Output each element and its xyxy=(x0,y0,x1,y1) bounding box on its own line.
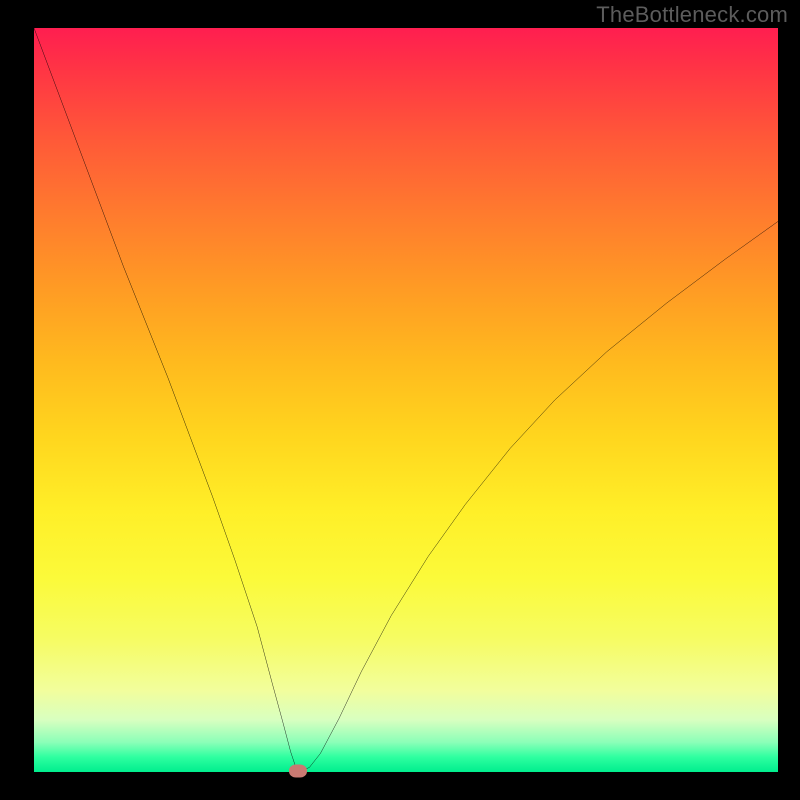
watermark-text: TheBottleneck.com xyxy=(596,2,788,28)
chart-frame: TheBottleneck.com xyxy=(0,0,800,800)
plot-area xyxy=(34,28,778,772)
bottleneck-curve xyxy=(34,28,778,772)
optimum-marker xyxy=(289,764,307,777)
